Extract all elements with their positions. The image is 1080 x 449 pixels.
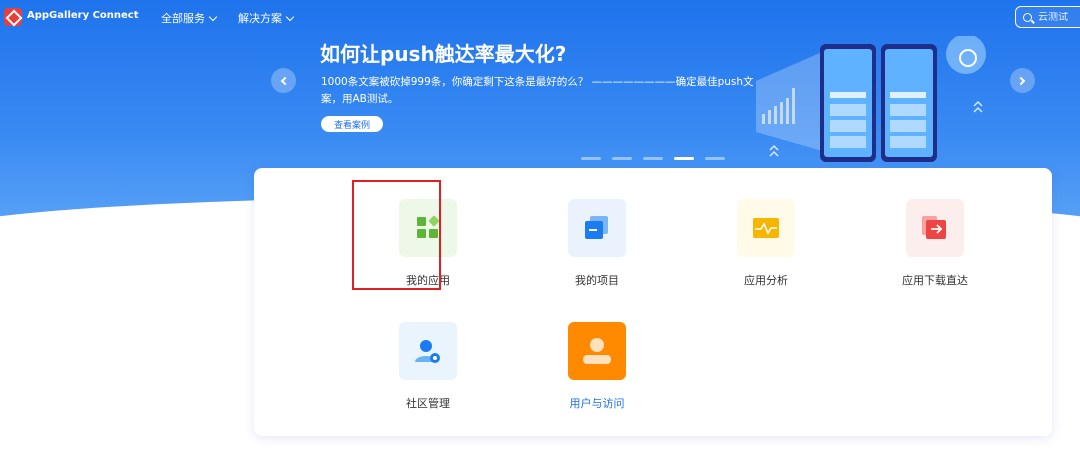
service-user-access[interactable]: 用户与访问 bbox=[537, 322, 657, 432]
user-gear-icon bbox=[399, 322, 457, 380]
service-label: 用户与访问 bbox=[569, 397, 625, 410]
view-case-button[interactable]: 查看案例 bbox=[321, 116, 383, 132]
appgallery-logo-icon[interactable] bbox=[4, 8, 22, 26]
service-label: 社区管理 bbox=[406, 397, 450, 410]
carousel-dot[interactable] bbox=[581, 157, 601, 160]
chevron-down-icon bbox=[285, 12, 295, 21]
carousel-dot[interactable] bbox=[643, 157, 663, 160]
carousel-dot-active[interactable] bbox=[674, 157, 694, 160]
carousel-dot[interactable] bbox=[612, 157, 632, 160]
chevron-left-icon bbox=[280, 76, 290, 85]
chevron-down-icon bbox=[208, 12, 218, 21]
highlight-box bbox=[352, 180, 441, 290]
search-input[interactable] bbox=[1038, 11, 1080, 23]
carousel-next-button[interactable] bbox=[1010, 68, 1035, 93]
chevron-right-icon bbox=[1016, 76, 1026, 85]
nav-solutions-label: 解决方案 bbox=[238, 12, 282, 25]
user-profile-icon bbox=[568, 322, 626, 380]
banner-illustration bbox=[756, 36, 986, 162]
brand-name[interactable]: AppGallery Connect bbox=[27, 10, 139, 21]
nav-all-services-label: 全部服务 bbox=[161, 12, 205, 25]
nav-all-services[interactable]: 全部服务 bbox=[161, 10, 218, 26]
top-nav: AppGallery Connect 全部服务 解决方案 bbox=[0, 0, 1080, 34]
carousel-indicators bbox=[581, 157, 725, 160]
service-app-analytics[interactable]: 应用分析 bbox=[706, 199, 826, 309]
service-label: 我的项目 bbox=[575, 274, 619, 287]
carousel-dot[interactable] bbox=[705, 157, 725, 160]
nav-solutions[interactable]: 解决方案 bbox=[238, 10, 295, 26]
stack-pages-icon bbox=[568, 199, 626, 257]
service-my-projects[interactable]: 我的项目 bbox=[537, 199, 657, 309]
service-label: 应用下载直达 bbox=[902, 274, 968, 287]
download-arrow-icon bbox=[906, 199, 964, 257]
service-community-management[interactable]: 社区管理 bbox=[368, 322, 488, 432]
service-label: 应用分析 bbox=[744, 274, 788, 287]
carousel-prev-button[interactable] bbox=[271, 68, 296, 93]
search-box[interactable] bbox=[1015, 6, 1080, 28]
search-icon bbox=[1023, 12, 1032, 22]
banner-description: 1000条文案被砍掉999条，你确定剩下这条是最好的么？ ————————确定最… bbox=[321, 76, 754, 105]
banner-title: 如何让push触达率最大化? bbox=[320, 42, 567, 66]
pulse-chart-icon bbox=[737, 199, 795, 257]
service-direct-download[interactable]: 应用下载直达 bbox=[875, 199, 995, 309]
